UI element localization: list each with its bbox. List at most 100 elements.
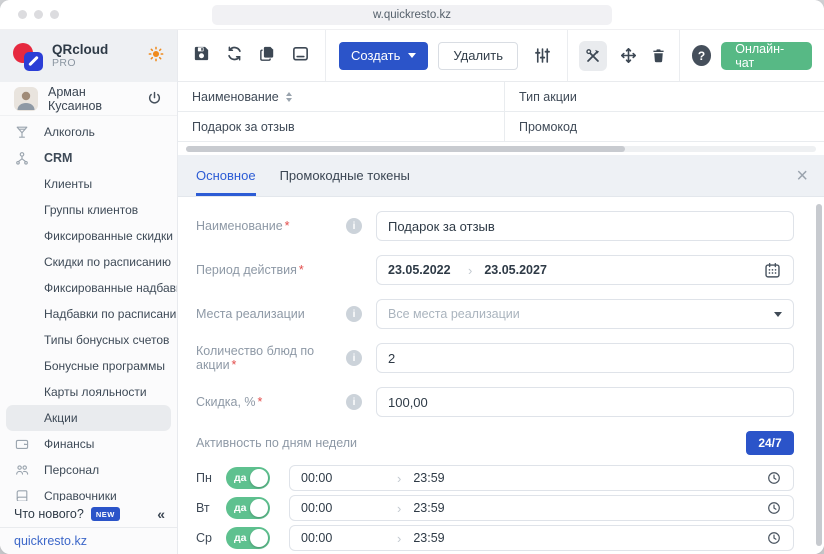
day-toggle[interactable]: да (226, 527, 270, 549)
info-icon[interactable]: i (346, 218, 362, 234)
field-places-label: Места реализации (196, 307, 305, 321)
field-discount-label: Скидка, % (196, 395, 256, 409)
places-select[interactable]: Все места реализации (376, 299, 794, 329)
sidebar-item-crm[interactable]: CRM (6, 145, 171, 171)
clock-icon[interactable] (766, 500, 782, 516)
sidebar-item-finance[interactable]: Финансы (6, 431, 171, 457)
all-day-button[interactable]: 24/7 (746, 431, 794, 455)
toggle-knob (250, 499, 268, 517)
time-to-value[interactable]: 23:59 (413, 471, 444, 485)
logout-power-icon[interactable] (146, 90, 163, 107)
chevron-right-icon: › (468, 263, 472, 278)
time-range-input[interactable]: 00:00 › 23:59 (289, 465, 794, 491)
column-header-type[interactable]: Тип акции (505, 82, 824, 111)
window-dot-icon[interactable] (34, 10, 43, 19)
cocktail-icon (14, 124, 44, 140)
calendar-icon[interactable] (763, 261, 782, 280)
chevron-down-icon (408, 53, 416, 58)
period-to-value[interactable]: 23.05.2027 (484, 263, 547, 277)
toggle-knob (250, 469, 268, 487)
info-icon[interactable]: i (346, 306, 362, 322)
sidebar-item-staff[interactable]: Персонал (6, 457, 171, 483)
time-from-value[interactable]: 00:00 (301, 471, 397, 485)
collapse-sidebar-icon[interactable]: « (157, 506, 165, 522)
clock-icon[interactable] (766, 470, 782, 486)
time-to-value[interactable]: 23:59 (413, 501, 444, 515)
window-dot-icon[interactable] (50, 10, 59, 19)
tab-main[interactable]: Основное (196, 155, 256, 196)
move-icon[interactable] (619, 46, 638, 65)
field-name-row: Наименование* i (196, 211, 794, 241)
sort-icon[interactable] (286, 92, 292, 102)
theme-sun-icon[interactable] (147, 45, 165, 68)
info-icon[interactable]: i (346, 350, 362, 366)
required-mark: * (232, 358, 237, 372)
filter-sliders-icon[interactable] (518, 46, 567, 65)
sidebar-menu: Алкоголь CRM Клиенты Группы клиентов Фик… (0, 116, 177, 501)
day-toggle[interactable]: да (226, 467, 270, 489)
sidebar-item-bonus-account-types[interactable]: Типы бонусных счетов (6, 327, 171, 353)
field-dishes-label: Количество блюд по акции (196, 344, 314, 372)
time-range-input[interactable]: 00:00 › 23:59 (289, 495, 794, 521)
site-link-row: quickresto.kz (0, 527, 177, 554)
online-chat-button[interactable]: Онлайн-чат (721, 42, 812, 70)
delete-button[interactable]: Удалить (438, 42, 518, 70)
day-toggle[interactable]: да (226, 497, 270, 519)
name-input[interactable] (376, 211, 794, 241)
time-from-value[interactable]: 00:00 (301, 501, 397, 515)
sidebar-item-clients[interactable]: Клиенты (6, 171, 171, 197)
sidebar-item-promotions[interactable]: Акции (6, 405, 171, 431)
sidebar-item-client-groups[interactable]: Группы клиентов (6, 197, 171, 223)
user-row[interactable]: Арман Кусаинов (0, 82, 177, 116)
time-from-value[interactable]: 00:00 (301, 531, 397, 545)
sidebar-item-reference-books[interactable]: Справочники (6, 483, 171, 501)
sidebar-item-alcohol[interactable]: Алкоголь (6, 119, 171, 145)
tools-icon[interactable] (579, 41, 607, 71)
time-to-value[interactable]: 23:59 (413, 531, 444, 545)
time-range-input[interactable]: 00:00 › 23:59 (289, 525, 794, 551)
chevron-down-icon (774, 312, 782, 317)
brand-header: QRcloud PRO (0, 30, 177, 82)
trash-icon[interactable] (650, 47, 667, 64)
field-period-label: Период действия (196, 263, 297, 277)
sidebar-item-bonus-programs[interactable]: Бонусные программы (6, 353, 171, 379)
dishes-count-input[interactable] (376, 343, 794, 373)
vertical-scrollbar-thumb[interactable] (816, 204, 822, 546)
field-dishes-row: Количество блюд по акции* i (196, 343, 794, 373)
sidebar-item-fixed-discounts[interactable]: Фиксированные скидки (6, 223, 171, 249)
clock-icon[interactable] (766, 530, 782, 546)
copy-icon[interactable] (258, 44, 277, 68)
brand-tier: PRO (52, 58, 108, 69)
info-icon[interactable]: i (346, 394, 362, 410)
sidebar-item-scheduled-surcharges[interactable]: Надбавки по расписанию (6, 301, 171, 327)
sidebar-item-fixed-surcharges[interactable]: Фиксированные надбавки (6, 275, 171, 301)
create-button[interactable]: Создать (339, 42, 428, 70)
chevron-right-icon: › (397, 471, 401, 486)
close-icon[interactable]: × (796, 166, 808, 186)
sidebar-item-loyalty-cards[interactable]: Карты лояльности (6, 379, 171, 405)
app-window: w.quickresto.kz QRcloud PRO (0, 0, 824, 554)
window-controls[interactable] (18, 10, 59, 19)
site-link[interactable]: quickresto.kz (14, 534, 87, 548)
cell-promotion-name: Подарок за отзыв (192, 120, 295, 134)
column-header-name[interactable]: Наименование (178, 82, 505, 111)
sidebar-item-scheduled-discounts[interactable]: Скидки по расписанию (6, 249, 171, 275)
address-bar[interactable]: w.quickresto.kz (212, 5, 612, 25)
display-icon[interactable] (291, 44, 310, 68)
staff-people-icon (14, 462, 44, 478)
required-mark: * (299, 263, 304, 277)
required-mark: * (258, 395, 263, 409)
table-row[interactable]: Подарок за отзыв Промокод (178, 112, 824, 142)
whats-new-row[interactable]: Что нового? NEW « (0, 501, 177, 527)
period-range-input[interactable]: 23.05.2022 › 23.05.2027 (376, 255, 794, 285)
tab-promo-tokens[interactable]: Промокодные токены (280, 155, 410, 196)
horizontal-scrollbar-thumb[interactable] (186, 146, 625, 152)
refresh-icon[interactable] (225, 44, 244, 68)
discount-input[interactable] (376, 387, 794, 417)
help-icon[interactable]: ? (692, 45, 711, 66)
day-label: Пн (196, 471, 226, 485)
period-from-value[interactable]: 23.05.2022 (388, 263, 468, 277)
save-icon[interactable] (192, 44, 211, 68)
field-name-label: Наименование (196, 219, 283, 233)
window-dot-icon[interactable] (18, 10, 27, 19)
